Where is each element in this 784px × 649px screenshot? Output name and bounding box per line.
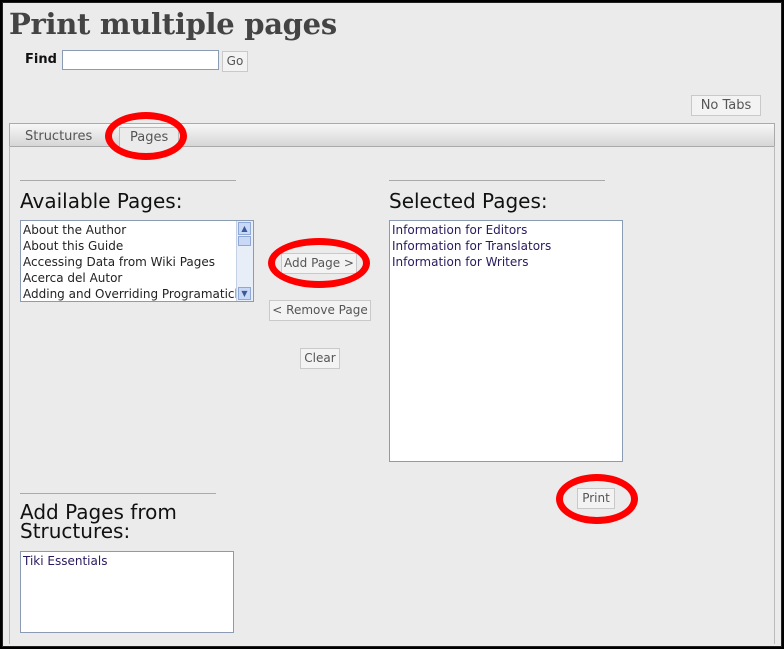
list-item[interactable]: Acerca del Autor bbox=[23, 270, 235, 286]
divider bbox=[389, 180, 605, 181]
list-item[interactable]: Accessing Data from Wiki Pages bbox=[23, 254, 235, 270]
remove-page-button[interactable]: < Remove Page bbox=[269, 300, 371, 321]
print-multiple-pages-window: Print multiple pages Find Go No Tabs Str… bbox=[2, 2, 782, 647]
divider bbox=[20, 180, 236, 181]
tab-structures[interactable]: Structures bbox=[25, 129, 92, 144]
divider bbox=[20, 493, 216, 494]
tab-pages[interactable]: Pages bbox=[119, 127, 180, 148]
list-item[interactable]: Information for Editors bbox=[392, 222, 620, 238]
list-item[interactable]: Tiki Essentials bbox=[23, 553, 231, 569]
go-button[interactable]: Go bbox=[222, 51, 248, 72]
find-label: Find bbox=[25, 52, 57, 67]
list-item[interactable]: Information for Writers bbox=[392, 254, 620, 270]
available-pages-list[interactable]: About the Author About this Guide Access… bbox=[20, 220, 254, 302]
list-item[interactable]: About the Author bbox=[23, 222, 235, 238]
structures-list[interactable]: Tiki Essentials bbox=[20, 551, 234, 633]
list-item[interactable]: Information for Translators bbox=[392, 238, 620, 254]
scroll-up-icon[interactable]: ▲ bbox=[238, 222, 251, 235]
find-input[interactable] bbox=[62, 50, 219, 70]
list-item[interactable]: About this Guide bbox=[23, 238, 235, 254]
print-button[interactable]: Print bbox=[577, 488, 615, 509]
add-from-structures-heading: Add Pages from Structures: bbox=[20, 502, 177, 543]
add-page-button[interactable]: Add Page > bbox=[281, 253, 357, 274]
selected-pages-list[interactable]: Information for Editors Information for … bbox=[389, 220, 623, 462]
selected-pages-heading: Selected Pages: bbox=[389, 189, 548, 213]
available-pages-heading: Available Pages: bbox=[20, 189, 183, 213]
no-tabs-button[interactable]: No Tabs bbox=[691, 95, 761, 116]
scroll-thumb[interactable] bbox=[238, 236, 251, 246]
list-item[interactable]: Adding and Overriding Programaticlly bbox=[23, 286, 248, 301]
clear-button[interactable]: Clear bbox=[300, 348, 340, 369]
heading-line: Structures: bbox=[20, 519, 131, 543]
scroll-down-icon[interactable]: ▼ bbox=[238, 287, 251, 300]
scrollbar[interactable]: ▲ ▼ bbox=[236, 221, 253, 301]
page-title: Print multiple pages bbox=[9, 7, 337, 41]
